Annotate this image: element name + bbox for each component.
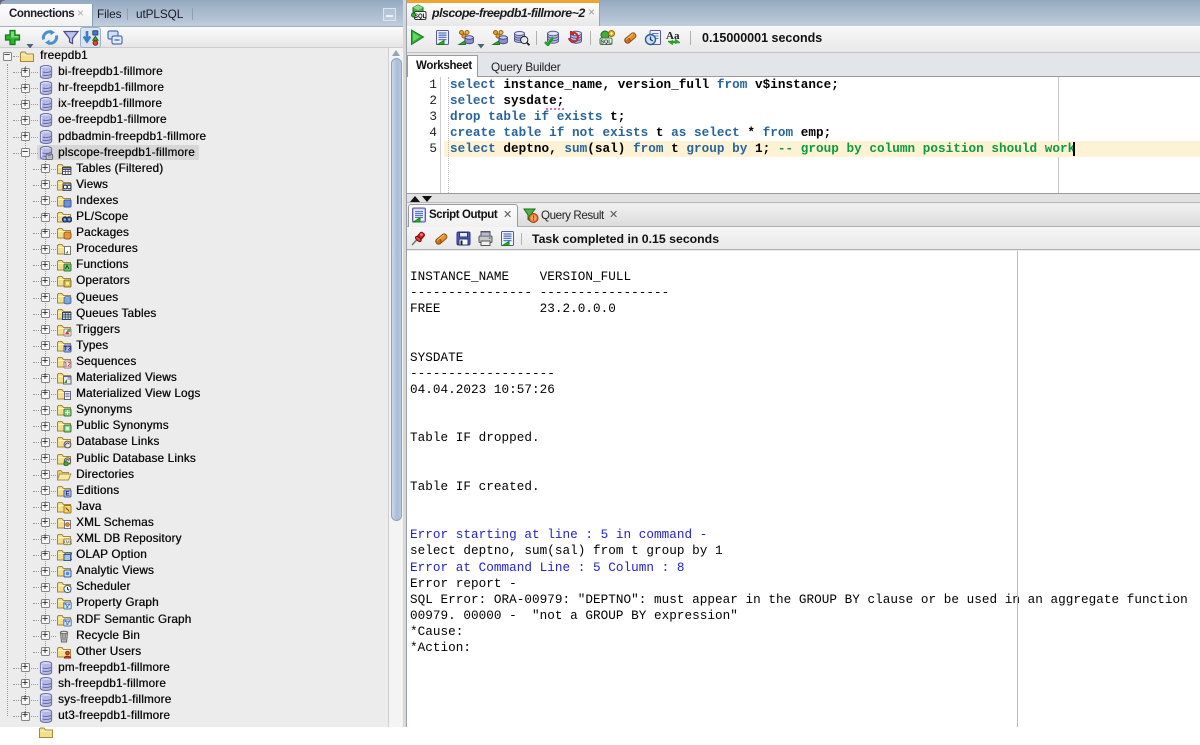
svg-text:T3: T3 <box>64 345 72 352</box>
svg-text:E: E <box>65 490 70 497</box>
svg-text:XML: XML <box>63 539 72 544</box>
svg-text:!: ! <box>532 215 534 223</box>
svg-text:SQL: SQL <box>600 39 612 45</box>
svg-text:12: 12 <box>64 362 71 368</box>
svg-text:Aa: Aa <box>666 30 680 42</box>
